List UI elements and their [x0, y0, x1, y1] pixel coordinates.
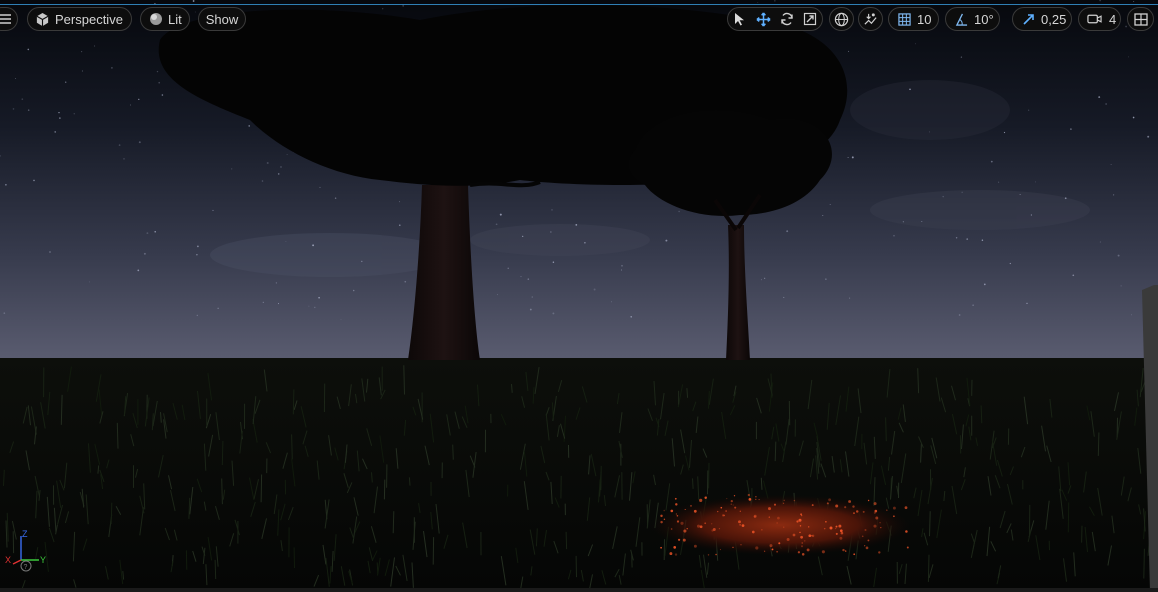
axis-z-label: Z	[22, 529, 28, 539]
video-camera-icon	[1087, 13, 1102, 25]
rotate-icon[interactable]	[775, 8, 799, 30]
axis-x-label: X	[5, 555, 11, 565]
view-mode-label: Perspective	[55, 11, 123, 27]
lighting-mode-button[interactable]: Lit	[140, 7, 190, 31]
axis-y-label: Y	[40, 555, 46, 565]
viewport-layout-icon	[1133, 12, 1148, 26]
hamburger-icon	[0, 14, 11, 24]
scale-snap-button[interactable]: 0,25	[1012, 7, 1072, 31]
transform-tools-group	[727, 7, 823, 31]
axis-gizmo: Z Y X ?	[5, 529, 46, 572]
level-viewport[interactable]: Perspective Lit Show 10 10° 0,25 4 Z Y X…	[0, 0, 1158, 592]
show-menu-button[interactable]: Show	[198, 7, 246, 31]
camera-speed-button[interactable]: 4	[1078, 7, 1121, 31]
grid-icon	[898, 12, 911, 26]
scale-snap-icon	[1023, 13, 1035, 25]
viewport-focus-line	[0, 4, 1158, 5]
lighting-mode-label: Lit	[168, 11, 182, 27]
select-arrow-icon[interactable]	[728, 8, 752, 30]
cube-icon	[35, 12, 50, 27]
globe-icon	[834, 12, 849, 27]
rotation-snap-button[interactable]: 10°	[945, 7, 1000, 31]
sphere-icon	[149, 12, 163, 26]
viewport-layout-button[interactable]	[1127, 7, 1154, 31]
surface-snap-icon	[863, 12, 878, 27]
camera-speed-value: 4	[1109, 11, 1117, 27]
angle-icon	[955, 13, 968, 26]
view-mode-button[interactable]: Perspective	[27, 7, 132, 31]
move-icon[interactable]	[752, 8, 776, 30]
svg-text:?: ?	[24, 564, 28, 571]
viewport-bottom-edge	[0, 588, 1158, 592]
grid-snap-value: 10	[917, 11, 932, 27]
show-menu-label: Show	[205, 11, 239, 27]
help-icon: ?	[20, 560, 32, 572]
rotation-snap-value: 10°	[974, 11, 994, 27]
world-space-button[interactable]	[829, 7, 854, 31]
grid-snap-button[interactable]: 10	[888, 7, 939, 31]
surface-snap-button[interactable]	[858, 7, 883, 31]
embers-patch	[650, 495, 910, 555]
scale-icon[interactable]	[799, 8, 823, 30]
scale-snap-value: 0,25	[1041, 11, 1067, 27]
viewport-scene[interactable]	[0, 0, 1158, 592]
ground-plane	[0, 358, 1158, 592]
